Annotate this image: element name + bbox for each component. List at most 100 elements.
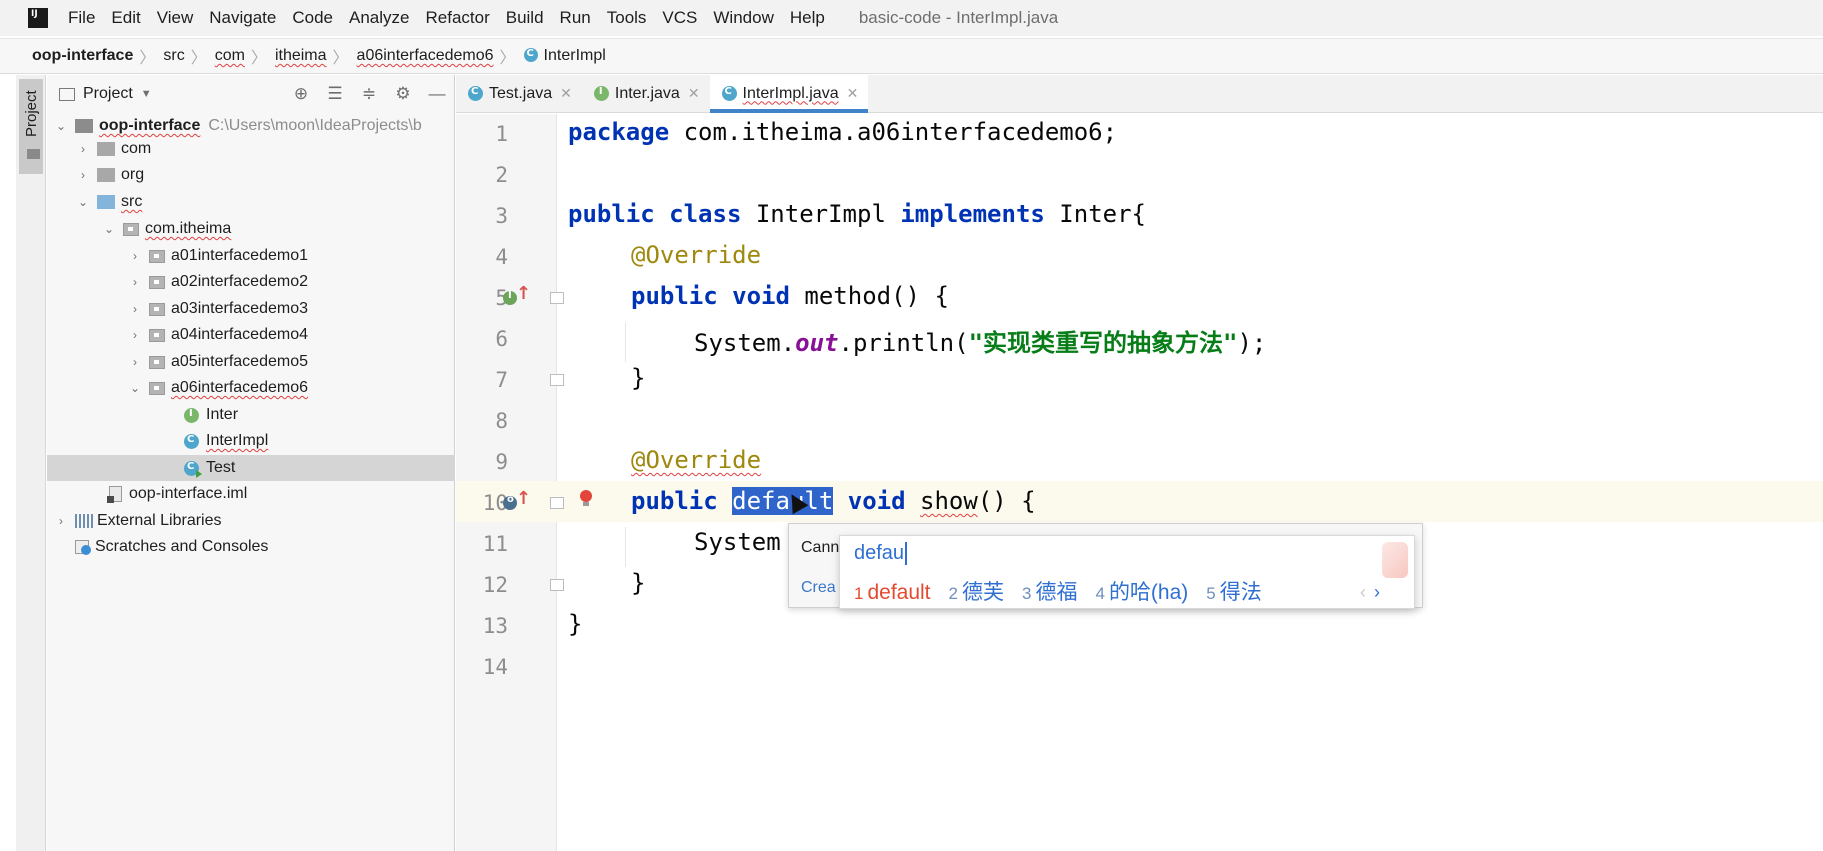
breadcrumb-com[interactable]: com [215,47,251,65]
code-line-1: package com.itheima.a06interfacedemo6; [568,118,1117,146]
menu-code[interactable]: Code [284,8,341,28]
breadcrumb: oop-interface 〉 src 〉 com 〉 itheima 〉 a0… [0,38,1823,74]
error-action-link[interactable]: Crea [801,579,836,597]
minimize-icon[interactable]: — [420,84,454,104]
ime-candidate[interactable]: 2 德芙 [949,576,1004,606]
ime-candidate[interactable]: 3 德福 [1022,576,1077,606]
locate-icon[interactable]: ⊕ [284,84,318,104]
line-number: 14 [482,655,508,679]
tree-item-test[interactable]: Test [47,455,455,481]
tab-test-java[interactable]: Test.java ✕ [456,75,582,112]
breadcrumb-project[interactable]: oop-interface [32,47,139,65]
project-tool-button[interactable]: Project [19,79,43,174]
chevron-right-icon[interactable]: › [127,302,143,316]
fold-marker-icon[interactable] [550,497,564,509]
menu-edit[interactable]: Edit [103,8,148,28]
tree-item-src[interactable]: ⌄ src [47,189,455,215]
menu-view[interactable]: View [149,8,202,28]
ime-next-page-icon[interactable]: › [1374,582,1380,602]
chevron-down-icon[interactable]: ⌄ [53,119,69,133]
ime-candidate[interactable]: 4 的哈(ha) [1095,576,1188,606]
menu-file[interactable]: File [60,8,103,28]
tree-item-package[interactable]: › a02interfacedemo2 [47,269,455,295]
tree-item-iml[interactable]: oop-interface.iml [47,481,455,507]
fold-marker-icon[interactable] [550,374,564,386]
ime-skin-decoration [1382,542,1408,578]
ime-prev-page-icon[interactable]: ‹ [1360,582,1366,602]
code-line-3: public class InterImpl implements Inter{ [568,200,1146,228]
tree-item-package[interactable]: › a03interfacedemo3 [47,296,455,322]
chevron-down-icon[interactable]: ⌄ [75,195,91,209]
breadcrumb-class[interactable]: InterImpl [523,47,612,65]
tree-item-scratches[interactable]: Scratches and Consoles [47,534,455,560]
ime-candidate-number: 4 [1095,584,1105,603]
arrow-up-icon[interactable]: ↑ [516,283,531,304]
chevron-right-icon[interactable]: › [127,249,143,263]
breadcrumb-class-label: InterImpl [543,47,606,64]
menu-tools[interactable]: Tools [599,8,655,28]
chevron-down-icon[interactable]: ⌄ [101,222,117,236]
close-brace: } [631,364,646,392]
breadcrumb-package[interactable]: a06interfacedemo6 [357,47,500,65]
tree-item-com-itheima[interactable]: ⌄ com.itheima [47,216,455,242]
code-line-11: System [694,528,781,556]
menu-build[interactable]: Build [498,8,552,28]
indent-guide [625,527,626,567]
close-icon[interactable]: ✕ [847,85,859,102]
tree-item-external-libraries[interactable]: › External Libraries [47,508,455,534]
chevron-right-icon[interactable]: › [75,168,91,182]
method-call-end: ); [1237,329,1267,357]
menu-vcs[interactable]: VCS [654,8,705,28]
close-icon[interactable]: ✕ [560,85,572,102]
overrides-method-icon[interactable] [503,494,517,510]
tree-item-package[interactable]: › a01interfacedemo1 [47,243,455,269]
expand-all-icon[interactable]: ☰ [318,84,352,104]
chevron-right-icon[interactable]: › [127,355,143,369]
ime-candidate[interactable]: 1 default [854,581,931,605]
tree-item-package[interactable]: ⌄ a06interfacedemo6 [47,375,455,401]
line-number: 9 [495,450,508,474]
gear-icon[interactable]: ⚙ [386,84,420,104]
implements-method-icon[interactable] [503,290,517,305]
code-line-9: @Override [631,446,761,474]
arrow-up-icon[interactable]: ↑ [516,488,531,509]
tree-item-interimpl[interactable]: InterImpl [47,428,455,454]
tree-item-package[interactable]: › a05interfacedemo5 [47,349,455,375]
class-icon [523,48,538,62]
menu-run[interactable]: Run [552,8,599,28]
tree-item-com[interactable]: › com [47,136,455,162]
chevron-right-icon[interactable]: › [127,275,143,289]
close-icon[interactable]: ✕ [688,85,700,102]
error-message: Cann [801,539,840,556]
menu-refactor[interactable]: Refactor [417,8,497,28]
line-number: 12 [482,573,508,597]
chevron-right-icon[interactable]: › [75,142,91,156]
package-icon [149,275,165,289]
ime-candidate[interactable]: 5 得法 [1206,576,1261,606]
chevron-right-icon[interactable]: › [53,514,69,528]
tree-item-label: Inter [206,406,239,423]
collapse-all-icon[interactable]: ≑ [352,84,386,104]
chevron-down-icon[interactable]: ▼ [141,88,152,100]
menu-analyze[interactable]: Analyze [341,8,417,28]
chevron-down-icon[interactable]: ⌄ [127,381,143,395]
tab-interimpl-java[interactable]: InterImpl.java ✕ [709,75,869,113]
chevron-right-icon[interactable]: › [127,328,143,342]
tree-item-inter[interactable]: Inter [47,402,455,428]
menu-navigate[interactable]: Navigate [201,8,284,28]
project-panel-title[interactable]: Project [83,85,133,103]
tree-item-package[interactable]: › a04interfacedemo4 [47,322,455,348]
breadcrumb-itheima[interactable]: itheima [275,47,333,65]
tab-inter-java[interactable]: Inter.java ✕ [582,75,710,112]
menu-window[interactable]: Window [705,8,781,28]
line-number: 7 [495,368,508,392]
fold-marker-icon[interactable] [550,292,564,304]
menu-help[interactable]: Help [782,8,833,28]
tab-label: Inter.java [614,84,680,102]
breadcrumb-src[interactable]: src [163,47,190,65]
fold-marker-icon[interactable] [550,579,564,591]
tree-item-org[interactable]: › org [47,162,455,188]
ime-candidate-number: 3 [1022,584,1032,603]
error-bulb-icon[interactable] [579,490,593,508]
line-number: 5 [495,286,508,310]
